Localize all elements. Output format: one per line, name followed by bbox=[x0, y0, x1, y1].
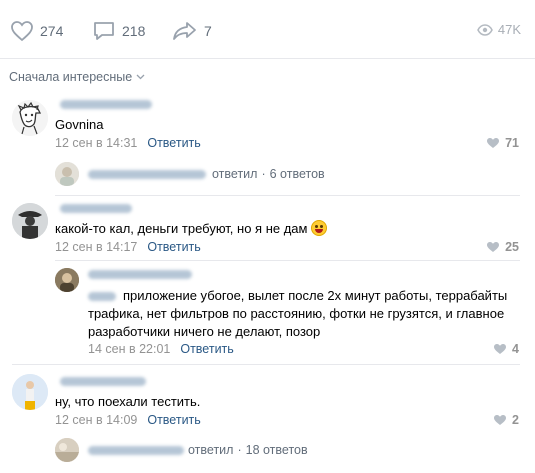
share-button[interactable]: 7 bbox=[172, 20, 212, 42]
reply-button[interactable]: Ответить bbox=[147, 413, 200, 427]
thread-action: ответил bbox=[188, 443, 234, 457]
author-name-blurred[interactable] bbox=[60, 377, 146, 386]
chevron-down-icon bbox=[136, 74, 145, 80]
comment-like-count: 2 bbox=[512, 413, 519, 427]
reply-avatar[interactable] bbox=[55, 162, 79, 186]
comment-button[interactable]: 218 bbox=[92, 20, 145, 42]
comment-icon bbox=[94, 22, 114, 40]
comment-meta: 12 сен в 14:17 Ответить bbox=[55, 240, 201, 254]
divider bbox=[55, 195, 520, 196]
comment-date[interactable]: 12 сен в 14:17 bbox=[55, 240, 137, 254]
comment-like-button[interactable]: 2 bbox=[493, 413, 519, 427]
replies-thread-link[interactable]: ответил · 6 ответов bbox=[88, 167, 325, 181]
reply-text-line: приложение убогое, вылет после 2х минут … bbox=[123, 288, 508, 303]
avatar-photo-icon bbox=[55, 438, 79, 462]
avatar-photo-icon bbox=[55, 268, 79, 292]
comment-text: Govnina bbox=[55, 117, 104, 132]
comment-like-button[interactable]: 71 bbox=[486, 136, 519, 150]
thread-reply-count: 18 ответов bbox=[245, 443, 308, 457]
reply-button[interactable]: Ответить bbox=[180, 342, 233, 356]
reply-author-blurred bbox=[88, 169, 206, 179]
heart-icon bbox=[487, 242, 500, 252]
views-count: 47K bbox=[497, 22, 521, 37]
heart-icon bbox=[11, 21, 33, 42]
avatar[interactable] bbox=[12, 203, 48, 239]
post-actions-bar: 274 218 7 47K bbox=[0, 0, 535, 58]
share-icon bbox=[173, 22, 196, 40]
views-counter: 47K bbox=[477, 22, 521, 37]
avatar[interactable] bbox=[12, 374, 48, 410]
comment-meta: 12 сен в 14:09 Ответить bbox=[55, 413, 201, 427]
avatar-photo-icon bbox=[12, 203, 48, 239]
reply-avatar[interactable] bbox=[55, 268, 79, 292]
avatar-sketch-icon bbox=[12, 100, 48, 136]
avatar-photo-icon bbox=[12, 374, 48, 410]
sort-dropdown[interactable]: Сначала интересные bbox=[9, 70, 145, 84]
thread-action: ответил bbox=[212, 167, 258, 181]
reply-to-name-blurred[interactable] bbox=[88, 292, 116, 301]
bullet: · bbox=[237, 443, 242, 457]
comment-date[interactable]: 12 сен в 14:09 bbox=[55, 413, 137, 427]
comment-like-button[interactable]: 25 bbox=[486, 240, 519, 254]
bullet: · bbox=[261, 167, 266, 181]
author-name-blurred[interactable] bbox=[60, 100, 152, 109]
reply-button[interactable]: Ответить bbox=[147, 136, 200, 150]
avatar[interactable] bbox=[12, 100, 48, 136]
reply-like-count: 4 bbox=[512, 342, 519, 356]
comment-text: какой-то кал, деньги требуют, но я не да… bbox=[55, 220, 328, 237]
eye-icon bbox=[477, 23, 493, 36]
reply-author-blurred[interactable] bbox=[88, 270, 192, 279]
share-count: 7 bbox=[204, 23, 212, 39]
reply-text-line: трафика, нет фильтров по расстоянию, фот… bbox=[88, 306, 505, 321]
thread-reply-count: 6 ответов bbox=[269, 167, 325, 181]
comment-text: ну, что поехали тестить. bbox=[55, 394, 201, 409]
avatar-photo-icon bbox=[55, 162, 79, 186]
replies-thread-link[interactable]: ответил · 18 ответов bbox=[88, 443, 308, 457]
divider bbox=[0, 58, 535, 59]
like-button[interactable]: 274 bbox=[10, 20, 63, 42]
like-count: 274 bbox=[40, 23, 64, 39]
reply-button[interactable]: Ответить bbox=[147, 240, 200, 254]
divider bbox=[12, 364, 520, 365]
reply-meta: 14 сен в 22:01 Ответить bbox=[88, 342, 234, 356]
comment-count: 218 bbox=[122, 23, 146, 39]
sort-label: Сначала интересные bbox=[9, 70, 133, 84]
heart-icon bbox=[487, 138, 500, 148]
comment-like-count: 25 bbox=[505, 240, 519, 254]
laughing-emoji-icon bbox=[311, 220, 328, 236]
heart-icon bbox=[494, 415, 507, 425]
comment-meta: 12 сен в 14:31 Ответить bbox=[55, 136, 201, 150]
author-name-blurred[interactable] bbox=[60, 204, 132, 213]
comment-like-count: 71 bbox=[505, 136, 519, 150]
reply-text-line: разработчики ничего не делают, позор bbox=[88, 324, 321, 339]
reply-date[interactable]: 14 сен в 22:01 bbox=[88, 342, 170, 356]
comment-date[interactable]: 12 сен в 14:31 bbox=[55, 136, 137, 150]
comment-text-content: какой-то кал, деньги требуют, но я не да… bbox=[55, 221, 308, 236]
reply-author-blurred bbox=[88, 445, 184, 455]
divider bbox=[55, 260, 520, 261]
heart-icon bbox=[494, 344, 507, 354]
reply-like-button[interactable]: 4 bbox=[493, 342, 519, 356]
reply-avatar[interactable] bbox=[55, 438, 79, 462]
